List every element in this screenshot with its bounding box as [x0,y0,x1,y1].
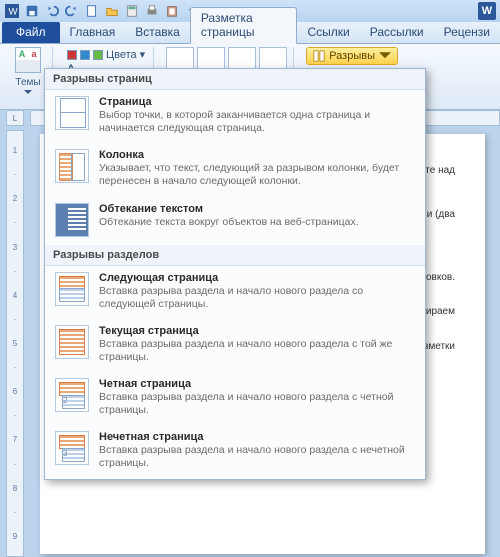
calc-icon[interactable] [124,3,140,19]
breaks-button[interactable]: Разрывы [306,47,398,65]
section-break-icon-1 [55,325,89,359]
vertical-ruler[interactable]: 1·2·3·4·5·6·7·8·9 [6,130,24,557]
themes-label: Темы [15,77,40,88]
section-break-desc: Вставка разрыва раздела и начало нового … [99,444,415,470]
breaks-dropdown: Разрывы страниц СтраницаВыбор точки, в к… [44,68,426,480]
chevron-down-icon [24,90,32,95]
undo-icon[interactable] [44,3,60,19]
page-break-item-1[interactable]: КолонкаУказывает, что текст, следующий з… [45,143,425,196]
page-break-desc: Выбор точки, в которой заканчивается одн… [99,109,415,135]
themes-icon: A a [15,47,41,73]
page-break-item-2[interactable]: Обтекание текстомОбтекание текста вокруг… [45,197,425,245]
tab-insert[interactable]: Вставка [125,22,190,43]
section-breaks-header: Разрывы разделов [45,245,425,266]
breaks-label: Разрывы [329,50,375,62]
section-break-item-2[interactable]: Четная страницаВставка разрыва раздела и… [45,372,425,425]
ruler-corner[interactable]: L [6,110,24,126]
section-break-desc: Вставка разрыва раздела и начало нового … [99,285,415,311]
colors-label: Цвета [106,49,137,61]
section-break-desc: Вставка разрыва раздела и начало нового … [99,391,415,417]
colors-button[interactable]: Цвета ▾ [65,47,147,62]
tab-review[interactable]: Рецензи [434,22,500,43]
page-break-title: Колонка [99,149,415,161]
ribbon-body: A a Темы Цвета ▾ A Разрывы ⋮≡ a-cа перен… [0,44,500,110]
new-icon[interactable] [84,3,100,19]
save-icon[interactable] [24,3,40,19]
section-break-desc: Вставка разрыва раздела и начало нового … [99,338,415,364]
page-break-title: Обтекание текстом [99,203,415,215]
tab-home[interactable]: Главная [60,22,126,43]
print-icon[interactable] [144,3,160,19]
section-break-item-1[interactable]: Текущая страницаВставка разрыва раздела … [45,319,425,372]
page-break-desc: Указывает, что текст, следующий за разры… [99,162,415,188]
section-break-title: Нечетная страница [99,431,415,443]
page-break-item-0[interactable]: СтраницаВыбор точки, в которой заканчива… [45,90,425,143]
word-badge-icon: W [478,2,496,20]
page-break-icon-2 [55,203,89,237]
section-break-item-3[interactable]: Нечетная страницаВставка разрыва раздела… [45,425,425,478]
svg-text:W: W [9,7,19,18]
tab-references[interactable]: Ссылки [297,22,359,43]
themes-button[interactable]: A a Темы [10,47,46,95]
qat-word-icon[interactable]: W [4,3,20,19]
section-break-icon-3 [55,431,89,465]
page-break-icon-0 [55,96,89,130]
page-break-icon-1 [55,149,89,183]
section-break-title: Четная страница [99,378,415,390]
chevron-down-icon [379,50,391,62]
open-icon[interactable] [104,3,120,19]
page-break-title: Страница [99,96,415,108]
section-break-title: Текущая страница [99,325,415,337]
page-breaks-header: Разрывы страниц [45,69,425,90]
section-break-icon-2 [55,378,89,412]
redo-icon[interactable] [64,3,80,19]
section-break-icon-0 [55,272,89,306]
ribbon-tabs: Файл Главная Вставка Разметка страницы С… [0,22,500,44]
file-tab[interactable]: Файл [2,22,60,43]
tab-page-layout[interactable]: Разметка страницы [190,7,298,44]
tab-mailings[interactable]: Рассылки [360,22,434,43]
breaks-icon [313,50,325,62]
paste-icon[interactable] [164,3,180,19]
section-break-title: Следующая страница [99,272,415,284]
section-break-item-0[interactable]: Следующая страницаВставка разрыва раздел… [45,266,425,319]
page-break-desc: Обтекание текста вокруг объектов на веб-… [99,216,415,229]
